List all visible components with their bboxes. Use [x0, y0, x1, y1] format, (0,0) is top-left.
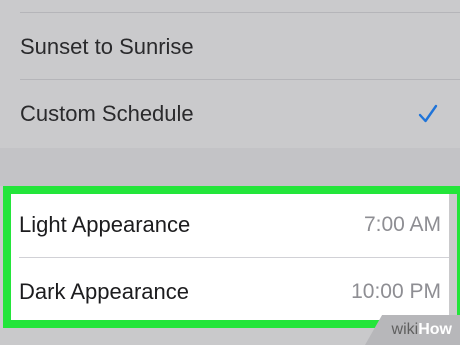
dark-appearance-label: Dark Appearance	[19, 278, 189, 304]
light-appearance-row[interactable]: Light Appearance 7:00 AM	[11, 191, 449, 258]
option-custom-schedule[interactable]: Custom Schedule	[0, 80, 460, 147]
settings-screen: Sunset to Sunrise Custom Schedule Light …	[0, 0, 460, 345]
option-sunset-to-sunrise[interactable]: Sunset to Sunrise	[0, 13, 460, 80]
section-gap	[0, 148, 460, 186]
option-label: Custom Schedule	[20, 100, 194, 126]
watermark-how: How	[418, 321, 452, 338]
dark-appearance-time: 10:00 PM	[351, 279, 441, 303]
checkmark-icon	[418, 104, 438, 124]
watermark-wiki: wiki	[391, 321, 419, 338]
light-appearance-time: 7:00 AM	[363, 212, 441, 236]
dark-appearance-row[interactable]: Dark Appearance 10:00 PM	[11, 258, 449, 325]
option-label: Sunset to Sunrise	[20, 33, 194, 59]
light-appearance-label: Light Appearance	[19, 211, 191, 237]
custom-schedule-group: Light Appearance 7:00 AM Dark Appearance…	[11, 191, 449, 325]
schedule-options-group: Sunset to Sunrise Custom Schedule	[0, 13, 460, 147]
